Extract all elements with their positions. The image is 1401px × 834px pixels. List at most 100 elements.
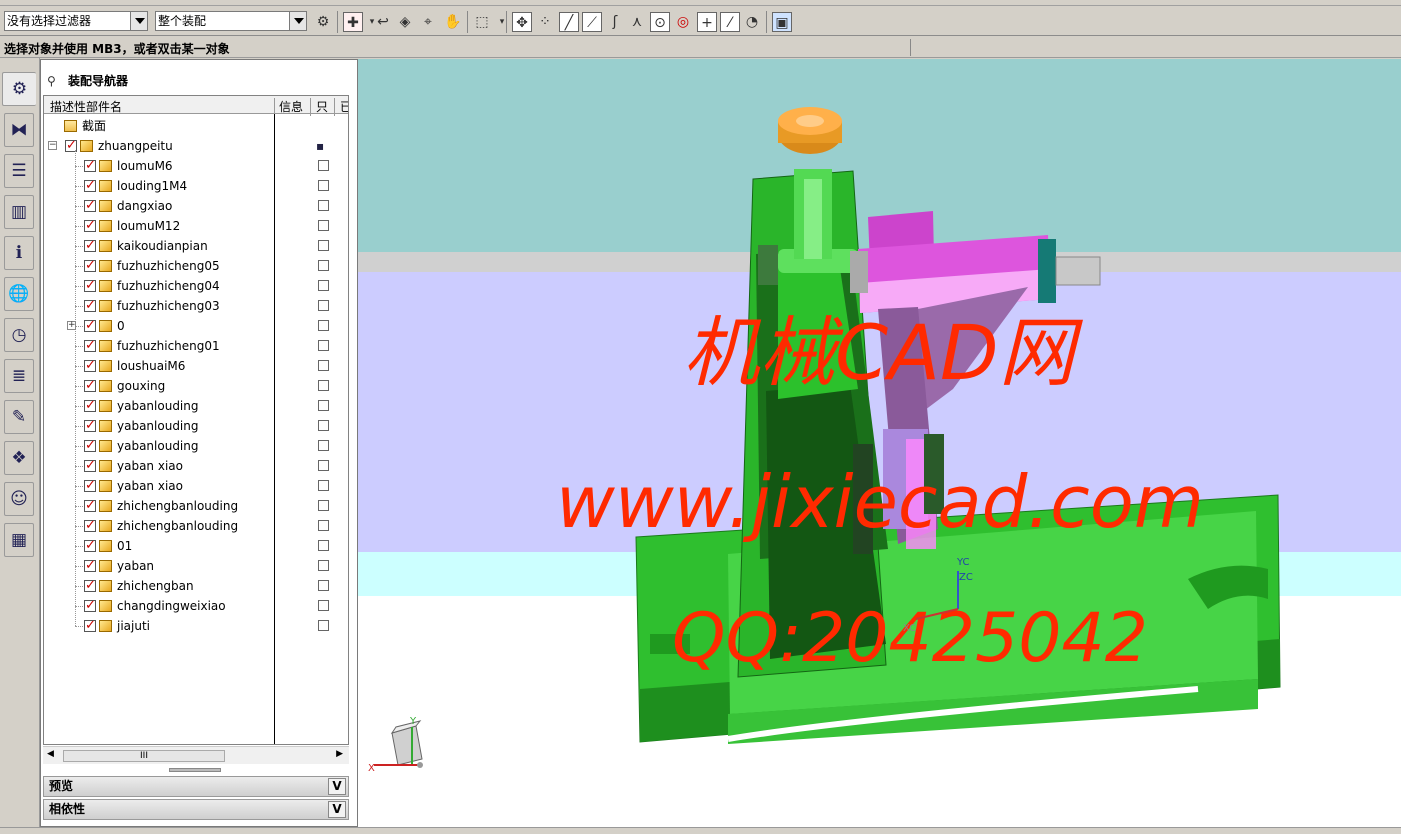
visibility-checkbox[interactable]: ✓	[84, 259, 96, 272]
system-materials-tab[interactable]: ❖	[4, 441, 34, 475]
visibility-checkbox[interactable]: ✓	[84, 339, 96, 352]
dependency-section[interactable]: 相依性 V	[43, 799, 349, 820]
readonly-checkbox[interactable]	[318, 220, 329, 231]
point-on-curve-snap-icon[interactable]: ⁄	[720, 12, 740, 32]
deselect-icon[interactable]: ✋	[443, 12, 463, 32]
visibility-checkbox[interactable]: ✓	[84, 319, 96, 332]
visibility-checkbox[interactable]: ✓	[84, 219, 96, 232]
visibility-checkbox[interactable]: ✓	[84, 559, 96, 572]
readonly-checkbox[interactable]	[318, 500, 329, 511]
tree-row-part[interactable]: ✓ loumuM6	[44, 156, 348, 176]
3d-model-view[interactable]: 机械CAD网 www.jixiecad.com QQ:20425042 YC Z…	[358, 59, 1401, 827]
tree-row-part[interactable]: ✓ changdingweixiao	[44, 596, 348, 616]
snap-enable-icon[interactable]: ✥	[512, 12, 532, 32]
readonly-checkbox[interactable]	[318, 400, 329, 411]
selection-scope-combo[interactable]: 整个装配	[155, 11, 307, 31]
manufacturing-wizards-tab[interactable]: ✎	[4, 400, 34, 434]
tree-row-part[interactable]: ✓ yaban	[44, 556, 348, 576]
existing-point-snap-icon[interactable]: +	[697, 12, 717, 32]
chevron-down-icon[interactable]	[130, 12, 147, 30]
visibility-checkbox[interactable]: ✓	[84, 479, 96, 492]
midpoint-snap-icon[interactable]: ╱	[559, 12, 579, 32]
undo-selection-icon[interactable]: ↩	[373, 12, 393, 32]
endpoint-snap-icon[interactable]: ⁘	[535, 12, 555, 32]
control-point-snap-icon[interactable]: ⟋	[582, 12, 602, 32]
tree-row-part[interactable]: ✓ yabanlouding	[44, 436, 348, 456]
readonly-checkbox[interactable]	[318, 340, 329, 351]
circle-point-snap-icon[interactable]: ◎	[673, 12, 693, 32]
web-browser-tab[interactable]: 🌐	[4, 277, 34, 311]
horizontal-scrollbar[interactable]: ◀ III ▶	[43, 746, 349, 764]
roles-tab[interactable]: ☺	[4, 482, 34, 516]
collapse-icon[interactable]: −	[48, 141, 57, 150]
hd3d-tools-tab[interactable]: ℹ	[4, 236, 34, 270]
visibility-checkbox[interactable]: ✓	[84, 159, 96, 172]
visibility-checkbox[interactable]: ✓	[84, 379, 96, 392]
tree-row-part[interactable]: ✓ fuzhuzhicheng01	[44, 336, 348, 356]
visibility-checkbox[interactable]: ✓	[84, 239, 96, 252]
pin-icon[interactable]: ⚲	[47, 74, 56, 88]
system-scenes-tab[interactable]: ▦	[4, 523, 34, 557]
tree-row-part[interactable]: ✓ fuzhuzhicheng04	[44, 276, 348, 296]
graphics-window[interactable]: 机械CAD网 www.jixiecad.com QQ:20425042 YC Z…	[358, 59, 1401, 827]
scroll-left-icon[interactable]: ◀	[47, 749, 54, 759]
readonly-checkbox[interactable]	[318, 160, 329, 171]
readonly-checkbox[interactable]	[318, 620, 329, 631]
readonly-checkbox[interactable]	[318, 280, 329, 291]
general-selection-intent-icon[interactable]: ⚙	[313, 12, 333, 32]
readonly-checkbox[interactable]	[318, 360, 329, 371]
select-all-icon[interactable]: ✚	[343, 12, 363, 32]
type-filter-combo[interactable]: 没有选择过滤器	[4, 11, 148, 31]
visibility-checkbox[interactable]: ✓	[84, 459, 96, 472]
arc-center-snap-icon[interactable]: ⋏	[627, 12, 647, 32]
visibility-checkbox[interactable]: ✓	[84, 439, 96, 452]
column-header-info[interactable]: 信息	[279, 98, 303, 115]
column-header-readonly[interactable]: 只	[316, 98, 328, 115]
tree-row-part[interactable]: ✓ yabanlouding	[44, 396, 348, 416]
tree-row-part[interactable]: + ✓ 0	[44, 316, 348, 336]
panel-splitter[interactable]	[169, 768, 221, 772]
readonly-checkbox[interactable]	[318, 540, 329, 551]
tree-row-part[interactable]: ✓ gouxing	[44, 376, 348, 396]
readonly-checkbox[interactable]	[318, 300, 329, 311]
feature-select-icon[interactable]: ◈	[395, 12, 415, 32]
reuse-library-tab[interactable]: ▥	[4, 195, 34, 229]
visibility-checkbox[interactable]: ✓	[84, 179, 96, 192]
visibility-checkbox[interactable]: ✓	[84, 299, 96, 312]
visibility-checkbox[interactable]: ✓	[84, 539, 96, 552]
visibility-checkbox[interactable]: ✓	[84, 359, 96, 372]
part-navigator-tab[interactable]: ☰	[4, 154, 34, 188]
readonly-checkbox[interactable]	[318, 180, 329, 191]
readonly-checkbox[interactable]	[318, 460, 329, 471]
tree-row-part[interactable]: ✓ yabanlouding	[44, 416, 348, 436]
column-header-name[interactable]: 描述性部件名	[50, 98, 122, 115]
tree-row-part[interactable]: ✓ zhichengbanlouding	[44, 496, 348, 516]
tree-row-root[interactable]: − ✓ zhuangpeitu ▪	[44, 136, 348, 156]
readonly-checkbox[interactable]	[318, 560, 329, 571]
tree-row-part[interactable]: ✓ zhichengban	[44, 576, 348, 596]
clamp-knob[interactable]	[778, 107, 842, 154]
readonly-checkbox[interactable]	[318, 380, 329, 391]
expand-chevron-icon[interactable]: V	[328, 801, 346, 818]
readonly-checkbox[interactable]	[318, 440, 329, 451]
tree-row-part[interactable]: ✓ jiajuti	[44, 616, 348, 636]
preview-section[interactable]: 预览 V	[43, 776, 349, 797]
intersection-snap-icon[interactable]: ʃ	[605, 12, 625, 32]
expand-chevron-icon[interactable]: V	[328, 778, 346, 795]
history-tab[interactable]: ◷	[4, 318, 34, 352]
tree-row-part[interactable]: ✓ kaikoudianpian	[44, 236, 348, 256]
tree-row-part[interactable]: ✓ louding1M4	[44, 176, 348, 196]
tree-row-part[interactable]: ✓ zhichengbanlouding	[44, 516, 348, 536]
tree-row-part[interactable]: ✓ loushuaiM6	[44, 356, 348, 376]
expand-icon[interactable]: +	[67, 321, 76, 330]
visibility-checkbox[interactable]: ✓	[84, 499, 96, 512]
visibility-checkbox[interactable]: ✓	[84, 199, 96, 212]
constraint-navigator-tab[interactable]: ⧓	[4, 113, 34, 147]
readonly-checkbox[interactable]	[318, 420, 329, 431]
component-select-icon[interactable]: ⌖	[418, 12, 438, 32]
tree-row-part[interactable]: ✓ fuzhuzhicheng03	[44, 296, 348, 316]
visibility-checkbox[interactable]: ✓	[84, 619, 96, 632]
tree-row-part[interactable]: ✓ dangxiao	[44, 196, 348, 216]
quick-pick-icon[interactable]: ▣	[772, 12, 792, 32]
readonly-checkbox[interactable]	[318, 520, 329, 531]
